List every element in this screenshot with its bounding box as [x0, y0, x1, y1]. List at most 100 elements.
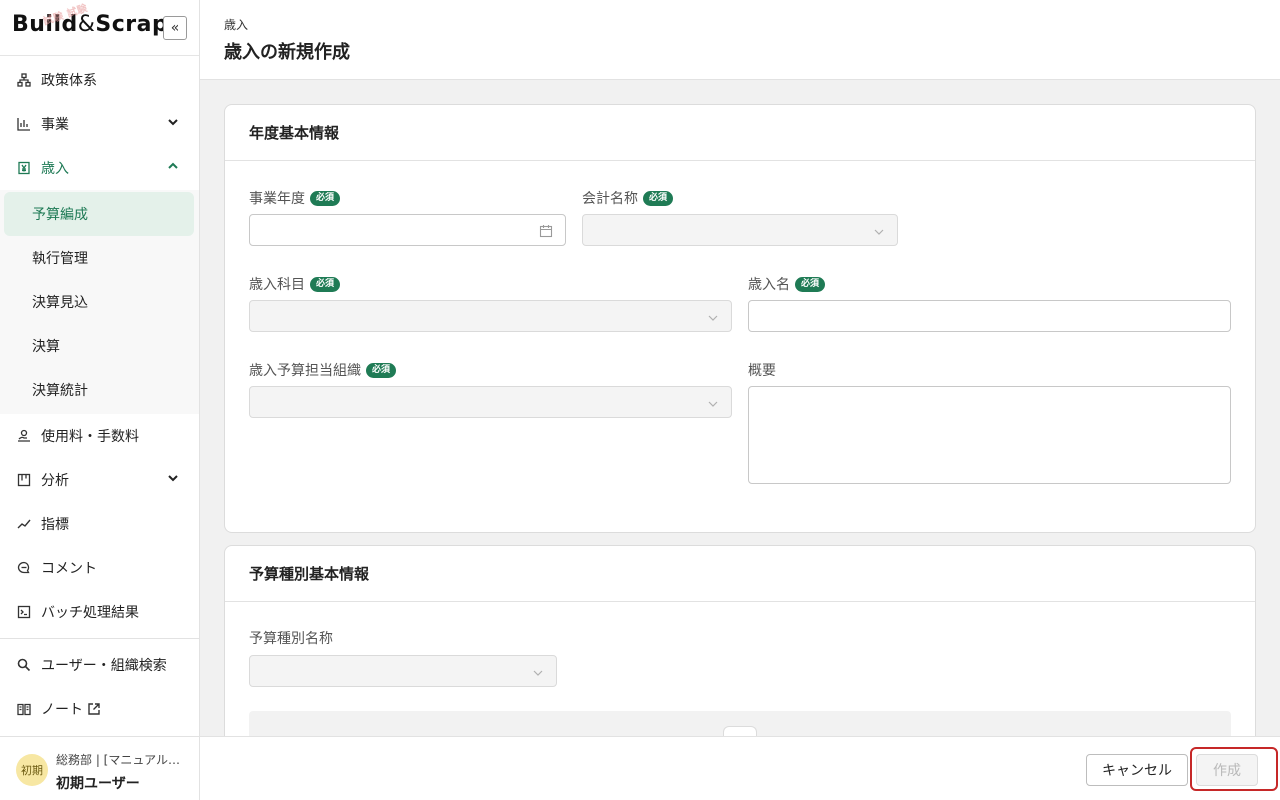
- required-badge: 必須: [643, 190, 674, 206]
- main-nav: 政策体系 事業 歳入 予算編成 執行管理 決算見込 決算 決算統計 使用料・手数…: [0, 56, 199, 634]
- sidebar-item-label: 政策体系: [41, 73, 97, 89]
- sidebar-subitem-execution[interactable]: 執行管理: [4, 236, 194, 280]
- budget-type-detail-panel: [249, 711, 1231, 736]
- subitem-label: 執行管理: [32, 251, 88, 267]
- yen-document-icon: [16, 160, 32, 176]
- sidebar-item-label: ノート: [41, 702, 83, 718]
- sidebar-item-project[interactable]: 事業: [0, 102, 199, 146]
- main-content: 年度基本情報 事業年度 必須 会計名称 必須 歳入科目 必須 歳入名 必須 歳入…: [200, 80, 1280, 736]
- kanban-icon: [16, 472, 32, 488]
- sidebar-subitem-settlement[interactable]: 決算: [4, 324, 194, 368]
- sidebar-item-label: 指標: [41, 517, 69, 533]
- sidebar-item-label: 歳入: [41, 161, 69, 177]
- chevron-down-icon: [707, 395, 719, 414]
- secondary-nav: ユーザー・組織検索 ノート: [0, 639, 199, 731]
- hierarchy-icon: [16, 72, 32, 88]
- subitem-label: 予算編成: [32, 207, 88, 223]
- field-label: 歳入名: [748, 277, 790, 293]
- sidebar-subitem-settlement-stats[interactable]: 決算統計: [4, 368, 194, 412]
- sidebar-subitem-budget-formulation[interactable]: 予算編成: [4, 192, 194, 236]
- sidebar-item-batch-results[interactable]: バッチ処理結果: [0, 590, 199, 634]
- terminal-icon: [16, 604, 32, 620]
- sidebar-item-comments[interactable]: コメント: [0, 546, 199, 590]
- logo-text-scrap: Scrap: [95, 12, 169, 37]
- budget-org-select[interactable]: [249, 386, 732, 418]
- external-link-icon: [87, 702, 101, 716]
- form-footer: キャンセル 作成: [200, 736, 1280, 800]
- revenue-name-input[interactable]: [748, 300, 1231, 332]
- sidebar-item-policy[interactable]: 政策体系: [0, 58, 199, 102]
- required-badge: 必須: [795, 276, 826, 292]
- user-profile[interactable]: 初期 総務部 | [マニュアル… 初期ユーザー: [0, 736, 199, 800]
- chevron-up-icon: [167, 160, 179, 176]
- budget-org-field: 歳入予算担当組織 必須: [249, 360, 397, 380]
- user-department: 総務部 | [マニュアル…: [56, 753, 180, 767]
- app-logo[interactable]: Build&Scrap 試験 試験: [12, 3, 169, 37]
- cancel-button[interactable]: キャンセル: [1086, 754, 1188, 786]
- sidebar-item-label: ユーザー・組織検索: [41, 658, 167, 674]
- revenue-item-field: 歳入科目 必須: [249, 274, 341, 294]
- summary-field: 概要: [748, 360, 776, 380]
- panel-tab[interactable]: [723, 726, 757, 736]
- sidebar-item-analysis[interactable]: 分析: [0, 458, 199, 502]
- summary-textarea[interactable]: [748, 386, 1231, 484]
- card-title: 予算種別基本情報: [225, 546, 1255, 602]
- field-label: 歳入予算担当組織: [249, 363, 361, 379]
- required-badge: 必須: [366, 362, 397, 378]
- budget-type-name-select[interactable]: [249, 655, 557, 687]
- chevron-down-icon: [167, 116, 179, 132]
- budget-type-name-field: 予算種別名称: [249, 628, 333, 648]
- fiscal-year-info-card: 年度基本情報 事業年度 必須 会計名称 必須 歳入科目 必須 歳入名 必須 歳入…: [224, 104, 1256, 533]
- user-name: 初期ユーザー: [56, 776, 140, 792]
- page-title: 歳入の新規作成: [224, 42, 350, 63]
- sidebar-item-revenue[interactable]: 歳入: [0, 146, 199, 190]
- create-button[interactable]: 作成: [1196, 754, 1258, 786]
- collapse-sidebar-button[interactable]: «: [163, 16, 187, 40]
- book-icon: [16, 701, 32, 717]
- sidebar-item-label: 分析: [41, 473, 69, 489]
- field-label: 会計名称: [582, 191, 638, 207]
- sidebar-item-indicators[interactable]: 指標: [0, 502, 199, 546]
- subitem-label: 決算見込: [32, 295, 88, 311]
- chevron-down-icon: [873, 223, 885, 242]
- chevron-down-icon: [707, 309, 719, 328]
- calendar-icon[interactable]: [539, 223, 553, 242]
- sidebar: Build&Scrap 試験 試験 « 政策体系 事業 歳入 予算編成 執行管理…: [0, 0, 200, 800]
- required-badge: 必須: [310, 276, 341, 292]
- page-header: 歳入 歳入の新規作成: [200, 0, 1280, 80]
- sidebar-item-label: バッチ処理結果: [41, 605, 139, 621]
- sidebar-item-notes[interactable]: ノート: [0, 687, 199, 731]
- account-name-field: 会計名称 必須: [582, 188, 674, 208]
- trend-icon: [16, 516, 32, 532]
- sidebar-item-label: 使用料・手数料: [41, 429, 139, 445]
- sidebar-item-fees[interactable]: 使用料・手数料: [0, 414, 199, 458]
- revenue-subnav: 予算編成 執行管理 決算見込 決算 決算統計: [0, 190, 199, 414]
- fiscal-year-field: 事業年度 必須: [249, 188, 341, 208]
- account-name-select[interactable]: [582, 214, 898, 246]
- revenue-name-field: 歳入名 必須: [748, 274, 826, 294]
- chevron-down-icon: [532, 664, 544, 683]
- budget-type-info-card: 予算種別基本情報 予算種別名称: [224, 545, 1256, 736]
- sidebar-item-label: 事業: [41, 117, 69, 133]
- bar-chart-icon: [16, 116, 32, 132]
- hand-coin-icon: [16, 428, 32, 444]
- comment-icon: [16, 560, 32, 576]
- field-label: 事業年度: [249, 191, 305, 207]
- subitem-label: 決算統計: [32, 383, 88, 399]
- revenue-item-select[interactable]: [249, 300, 732, 332]
- search-icon: [16, 657, 32, 673]
- subitem-label: 決算: [32, 339, 60, 355]
- card-title: 年度基本情報: [225, 105, 1255, 161]
- fiscal-year-input[interactable]: [249, 214, 566, 246]
- field-label: 予算種別名称: [249, 631, 333, 647]
- required-badge: 必須: [310, 190, 341, 206]
- avatar: 初期: [16, 754, 48, 786]
- chevron-down-icon: [167, 472, 179, 488]
- field-label: 歳入科目: [249, 277, 305, 293]
- sidebar-subitem-settlement-forecast[interactable]: 決算見込: [4, 280, 194, 324]
- logo-row: Build&Scrap 試験 試験 «: [0, 0, 199, 56]
- breadcrumb[interactable]: 歳入: [224, 16, 248, 33]
- sidebar-item-user-org-search[interactable]: ユーザー・組織検索: [0, 643, 199, 687]
- sidebar-item-label: コメント: [41, 561, 97, 577]
- double-chevron-left-icon: «: [170, 20, 180, 36]
